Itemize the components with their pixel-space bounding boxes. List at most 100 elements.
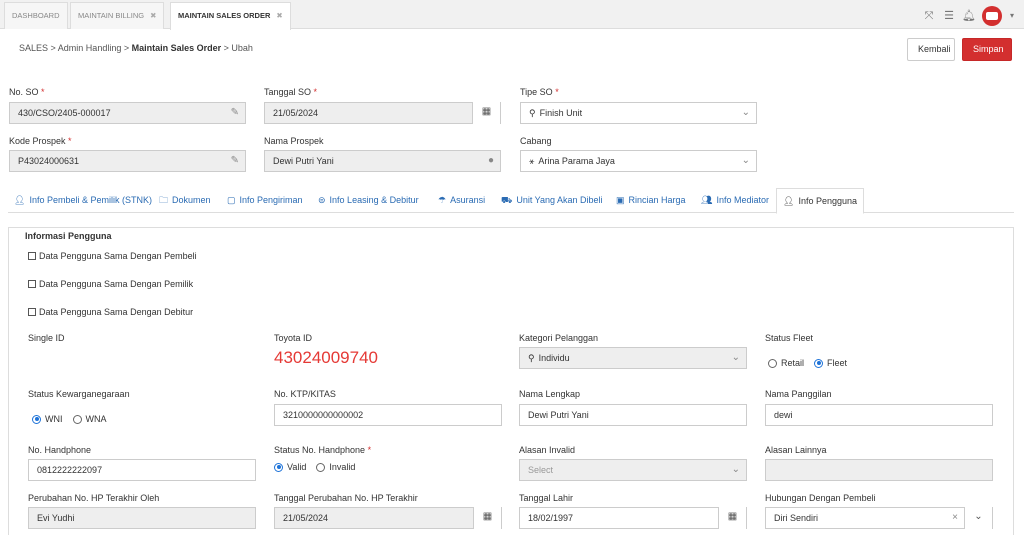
ktp-value: 3210000000000002 bbox=[283, 410, 364, 420]
radio-button[interactable] bbox=[316, 462, 326, 472]
umbrella-icon: ☂ bbox=[438, 195, 447, 205]
nama-prospek-value: Dewi Putri Yani bbox=[273, 156, 334, 166]
hubungan-select[interactable]: Diri Sendiri × ⌄ bbox=[765, 507, 993, 529]
checkbox-sama-debitur[interactable]: Data Pengguna Sama Dengan Debitur bbox=[28, 307, 193, 317]
tab-info-mediator[interactable]: 👥︎ Info Mediator bbox=[695, 188, 775, 213]
alasan-invalid-select[interactable]: Select ⌄ bbox=[519, 459, 747, 481]
tab-label: Dokumen bbox=[172, 195, 211, 205]
bell-icon[interactable]: 🔔︎ bbox=[962, 9, 976, 23]
radio-wna[interactable]: WNA bbox=[72, 414, 107, 424]
back-button[interactable]: Kembali bbox=[907, 38, 955, 61]
tanggal-perubahan-label: Tanggal Perubahan No. HP Terakhir bbox=[274, 493, 418, 503]
top-icons: ⤧ ☰ 🔔︎ ▾ bbox=[922, 6, 1016, 26]
info-pengguna-panel bbox=[8, 227, 1014, 535]
ktp-input[interactable]: 3210000000000002 bbox=[274, 404, 502, 426]
tanggal-lahir-input[interactable]: 18/02/1997 ▦ bbox=[519, 507, 747, 529]
status-fleet-radios: Retail Fleet bbox=[768, 358, 857, 368]
breadcrumb-admin-handling[interactable]: Admin Handling bbox=[58, 43, 122, 53]
fullscreen-icon[interactable]: ⤧ bbox=[922, 9, 936, 23]
single-id-label: Single ID bbox=[28, 333, 65, 343]
checkbox-box[interactable] bbox=[28, 252, 36, 260]
checkbox-label: Data Pengguna Sama Dengan Pembeli bbox=[39, 251, 197, 261]
radio-label: WNA bbox=[85, 414, 107, 424]
radio-label: Fleet bbox=[827, 358, 848, 368]
calendar-icon[interactable]: ▦ bbox=[473, 507, 501, 529]
no-so-value: 430/CSO/2405-000017 bbox=[18, 108, 111, 118]
radio-button[interactable] bbox=[768, 358, 777, 368]
breadcrumb-sales[interactable]: SALES bbox=[19, 43, 48, 53]
chevron-down-icon[interactable]: ▾ bbox=[1008, 9, 1016, 23]
money-icon: ⊜ bbox=[318, 195, 326, 205]
calendar-icon[interactable]: ▦ bbox=[718, 507, 746, 529]
cabang-value: Arina Parama Jaya bbox=[538, 156, 615, 166]
tab-maintain-sales-order[interactable]: MAINTAIN SALES ORDER ✖ bbox=[170, 2, 291, 30]
tanggal-so-field: 21/05/2024 ▦ bbox=[264, 102, 501, 124]
checkbox-label: Data Pengguna Sama Dengan Debitur bbox=[39, 307, 194, 317]
nama-panggilan-input[interactable]: dewi bbox=[765, 404, 993, 426]
radio-retail[interactable]: Retail bbox=[768, 358, 804, 368]
nama-lengkap-label: Nama Lengkap bbox=[519, 389, 581, 399]
toyota-id-label: Toyota ID bbox=[274, 333, 313, 343]
top-tab-bar: DASHBOARD MAINTAIN BILLING ✖ MAINTAIN SAL… bbox=[0, 0, 1024, 30]
tab-unit[interactable]: ⛟ Unit Yang Akan Dibeli bbox=[495, 188, 609, 213]
kategori-select[interactable]: ⚲ Individu ⌄ bbox=[519, 347, 747, 369]
radio-label: WNI bbox=[45, 414, 63, 424]
checkbox-sama-pembeli[interactable]: Data Pengguna Sama Dengan Pembeli bbox=[28, 251, 197, 261]
radio-label: Retail bbox=[781, 358, 805, 368]
checkbox-box[interactable] bbox=[28, 308, 36, 316]
tab-dashboard[interactable]: DASHBOARD bbox=[4, 2, 68, 29]
tanggal-perubahan-field: 21/05/2024 ▦ bbox=[274, 507, 502, 529]
calendar-icon[interactable]: ▦ bbox=[472, 102, 500, 124]
status-hp-radios: Valid Invalid bbox=[274, 462, 365, 472]
chevron-down-icon[interactable]: ⌄ bbox=[964, 507, 992, 529]
tipe-so-select[interactable]: ⚲ Finish Unit ⌄ bbox=[520, 102, 757, 124]
handphone-input[interactable]: 0812222222097 bbox=[28, 459, 256, 481]
save-button[interactable]: Simpan bbox=[962, 38, 1012, 61]
nama-panggilan-value: dewi bbox=[774, 410, 793, 420]
tab-info-pengguna[interactable]: 👤︎ Info Pengguna bbox=[776, 188, 864, 214]
hubungan-label: Hubungan Dengan Pembeli bbox=[765, 493, 876, 503]
breadcrumb-maintain-sales-order[interactable]: Maintain Sales Order bbox=[132, 43, 222, 53]
clear-icon[interactable]: × bbox=[952, 508, 958, 528]
radio-button[interactable] bbox=[32, 414, 41, 424]
price-icon: ▣ bbox=[616, 195, 625, 205]
hubungan-value: Diri Sendiri bbox=[774, 513, 819, 523]
tab-info-pengiriman[interactable]: ▢ Info Pengiriman bbox=[221, 188, 309, 213]
user-icon: 👤︎ bbox=[14, 195, 26, 205]
radio-button[interactable] bbox=[72, 414, 82, 424]
checkbox-sama-pemilik[interactable]: Data Pengguna Sama Dengan Pemilik bbox=[28, 279, 193, 289]
tab-asuransi[interactable]: ☂ Asuransi bbox=[432, 188, 491, 213]
menu-icon[interactable]: ☰ bbox=[942, 9, 956, 23]
tab-maintain-billing[interactable]: MAINTAIN BILLING ✖ bbox=[70, 2, 165, 29]
tab-dokumen[interactable]: 🗀 Dokumen bbox=[153, 188, 217, 213]
chevron-down-icon: ⌄ bbox=[731, 464, 740, 475]
checkbox-label: Data Pengguna Sama Dengan Pemilik bbox=[39, 279, 194, 289]
tab-info-leasing[interactable]: ⊜ Info Leasing & Debitur bbox=[312, 188, 425, 213]
close-icon[interactable]: ✖ bbox=[276, 11, 282, 20]
tab-label: Info Leasing & Debitur bbox=[329, 195, 419, 205]
perubahan-oleh-field: Evi Yudhi bbox=[28, 507, 256, 529]
kode-prospek-field: P43024000631 ✎ bbox=[9, 150, 246, 172]
nama-lengkap-value: Dewi Putri Yani bbox=[528, 410, 589, 420]
radio-wni[interactable]: WNI bbox=[32, 414, 63, 424]
kewarganegaraan-radios: WNI WNA bbox=[32, 414, 117, 424]
alasan-invalid-placeholder: Select bbox=[528, 465, 554, 475]
tab-rincian-harga[interactable]: ▣ Rincian Harga bbox=[610, 188, 692, 213]
section-tabs: 👤︎ Info Pembeli & Pemilik (STNK) 🗀 Dokumen… bbox=[8, 188, 1014, 214]
radio-valid[interactable]: Valid bbox=[274, 462, 306, 472]
nama-lengkap-input[interactable]: Dewi Putri Yani bbox=[519, 404, 747, 426]
radio-fleet[interactable]: Fleet bbox=[814, 358, 847, 368]
cabang-select[interactable]: ⚹ Arina Parama Jaya ⌄ bbox=[520, 150, 757, 172]
tanggal-perubahan-value: 21/05/2024 bbox=[283, 513, 329, 523]
radio-invalid[interactable]: Invalid bbox=[316, 462, 355, 472]
tab-info-pembeli[interactable]: 👤︎ Info Pembeli & Pemilik (STNK) bbox=[8, 188, 158, 213]
checkbox-box[interactable] bbox=[28, 280, 36, 288]
radio-button[interactable] bbox=[814, 358, 824, 368]
status-fleet-label: Status Fleet bbox=[765, 333, 814, 343]
radio-button[interactable] bbox=[274, 462, 283, 472]
avatar[interactable] bbox=[982, 6, 1002, 26]
tanggal-so-label: Tanggal SO bbox=[264, 87, 317, 97]
nama-prospek-label: Nama Prospek bbox=[264, 136, 324, 146]
alasan-lainnya-input[interactable] bbox=[765, 459, 993, 481]
close-icon[interactable]: ✖ bbox=[150, 11, 156, 20]
